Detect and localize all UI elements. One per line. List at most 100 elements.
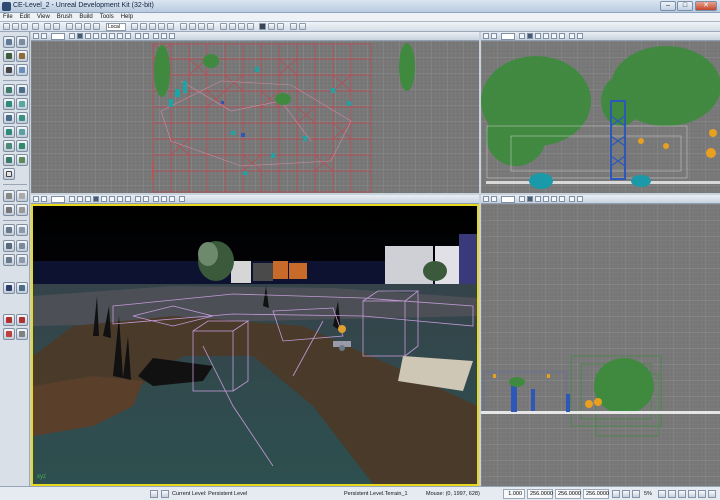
curved-stair-icon[interactable] [3, 112, 15, 124]
scale-mode-icon[interactable] [84, 23, 91, 30]
minimize-button[interactable]: – [660, 1, 676, 11]
view-mode-unlit-icon[interactable] [85, 196, 91, 202]
view-mode-brush-icon[interactable] [69, 33, 75, 39]
pathnode-icon[interactable] [3, 314, 15, 326]
grid-snap-icon[interactable] [189, 23, 196, 30]
menu-help[interactable]: Help [118, 13, 135, 22]
level-browser-icon[interactable] [150, 490, 158, 498]
view-mode-wireframe-icon[interactable] [527, 196, 533, 202]
view-mode-brush-icon[interactable] [519, 33, 525, 39]
playerstart-icon[interactable] [3, 328, 15, 340]
scene-icon[interactable] [149, 23, 156, 30]
realtime-audio-icon[interactable] [290, 23, 297, 30]
volumetric-builder-icon[interactable] [3, 154, 15, 166]
rotation-snap-icon[interactable] [198, 23, 205, 30]
lighting-info-icon[interactable] [688, 490, 696, 498]
redo-icon[interactable] [53, 23, 60, 30]
view-mode-lighting-icon[interactable] [559, 33, 565, 39]
streaming-volumes-icon[interactable] [678, 490, 686, 498]
viewport-top-canvas[interactable] [31, 41, 479, 193]
menu-view[interactable]: View [34, 13, 52, 22]
add-brush-icon[interactable] [16, 154, 28, 166]
build-paths-icon[interactable] [238, 23, 245, 30]
rotation-snap-toggle-icon[interactable] [622, 490, 630, 498]
view-mode-lit-icon[interactable] [543, 33, 549, 39]
viewport-type-combo[interactable] [51, 196, 65, 203]
build-geometry-icon[interactable] [220, 23, 227, 30]
translate-mode-icon[interactable] [66, 23, 73, 30]
menu-edit[interactable]: Edit [17, 13, 32, 22]
fov-icon[interactable] [169, 33, 175, 39]
view-mode-unlit-icon[interactable] [535, 196, 541, 202]
geometry-mode-icon[interactable] [16, 36, 28, 48]
viewport-maximize-icon[interactable] [33, 33, 39, 39]
view-mode-lit-icon[interactable] [543, 196, 549, 202]
deselect-icon[interactable] [16, 224, 28, 236]
scale-snap-toggle-icon[interactable] [632, 490, 640, 498]
save-icon[interactable] [21, 23, 28, 30]
cube-builder-icon[interactable] [3, 98, 15, 110]
notifications-icon[interactable] [708, 490, 716, 498]
show-flags-icon[interactable] [569, 33, 575, 39]
viewport-side-canvas[interactable] [481, 41, 720, 193]
view-mode-lighting-icon[interactable] [109, 33, 115, 39]
drag-grid-field[interactable]: 1.000 [503, 489, 525, 499]
view-mode-lighting-icon[interactable] [109, 196, 115, 202]
invert-selection-icon[interactable] [3, 254, 15, 266]
play-in-editor-icon[interactable] [259, 23, 266, 30]
lock-viewport-icon[interactable] [577, 33, 583, 39]
texture-mode-icon[interactable] [16, 50, 28, 62]
deintersect-icon[interactable] [16, 190, 28, 202]
z-coordinate-field[interactable]: 256.0000 [583, 489, 609, 499]
terrain-mode-icon[interactable] [3, 50, 15, 62]
view-mode-lighting-icon[interactable] [559, 196, 565, 202]
viewport-perspective-canvas[interactable]: xyz [31, 204, 479, 486]
tetrahedron-builder-icon[interactable] [16, 140, 28, 152]
mesh-paint-icon[interactable] [3, 64, 15, 76]
select-icon[interactable] [3, 224, 15, 236]
spiral-stair-icon[interactable] [3, 140, 15, 152]
intersect-icon[interactable] [3, 190, 15, 202]
coordinate-system-combo[interactable]: Local [106, 23, 126, 31]
play-console-icon[interactable] [277, 23, 284, 30]
viewport-maximize-icon[interactable] [483, 196, 489, 202]
view-mode-lit-icon[interactable] [93, 33, 99, 39]
show-flags-icon[interactable] [569, 196, 575, 202]
maximize-button[interactable]: □ [677, 1, 693, 11]
view-mode-unlit-icon[interactable] [85, 33, 91, 39]
undo-icon[interactable] [44, 23, 51, 30]
viewport-realtime-icon[interactable] [491, 33, 497, 39]
save-all-icon[interactable] [32, 23, 39, 30]
autosave-icon[interactable] [658, 490, 666, 498]
menu-file[interactable]: File [0, 13, 15, 22]
hide-selected-icon[interactable] [16, 240, 28, 252]
view-mode-detail-icon[interactable] [551, 196, 557, 202]
play-from-here-icon[interactable] [179, 196, 185, 202]
view-mode-lit-icon[interactable] [93, 196, 99, 202]
close-button[interactable]: ✕ [695, 1, 717, 11]
viewport-realtime-icon[interactable] [491, 196, 497, 202]
menu-brush[interactable]: Brush [54, 13, 75, 22]
add-special-icon[interactable] [3, 204, 15, 216]
menu-tools[interactable]: Tools [97, 13, 116, 22]
sync-browser-icon[interactable] [698, 490, 706, 498]
viewport-maximize-icon[interactable] [483, 33, 489, 39]
lightnode-icon[interactable] [16, 314, 28, 326]
subtract-brush-icon[interactable] [3, 168, 15, 180]
new-level-icon[interactable] [3, 23, 10, 30]
view-mode-detail-icon[interactable] [101, 196, 107, 202]
view-mode-wireframe-icon[interactable] [77, 196, 83, 202]
trigger-icon[interactable] [16, 328, 28, 340]
kismet-icon[interactable] [158, 23, 165, 30]
show-flags-icon[interactable] [143, 196, 149, 202]
show-all-icon[interactable] [16, 254, 28, 266]
viewport-type-combo[interactable] [51, 33, 65, 40]
game-view-icon[interactable] [135, 33, 141, 39]
viewport-front-canvas[interactable] [481, 204, 720, 486]
open-icon[interactable] [12, 23, 19, 30]
view-mode-brush-icon[interactable] [519, 196, 525, 202]
view-mode-complexity-icon[interactable] [117, 196, 123, 202]
camera-speed-icon[interactable] [161, 33, 167, 39]
material-icon[interactable] [16, 282, 28, 294]
add-volume-icon[interactable] [16, 204, 28, 216]
